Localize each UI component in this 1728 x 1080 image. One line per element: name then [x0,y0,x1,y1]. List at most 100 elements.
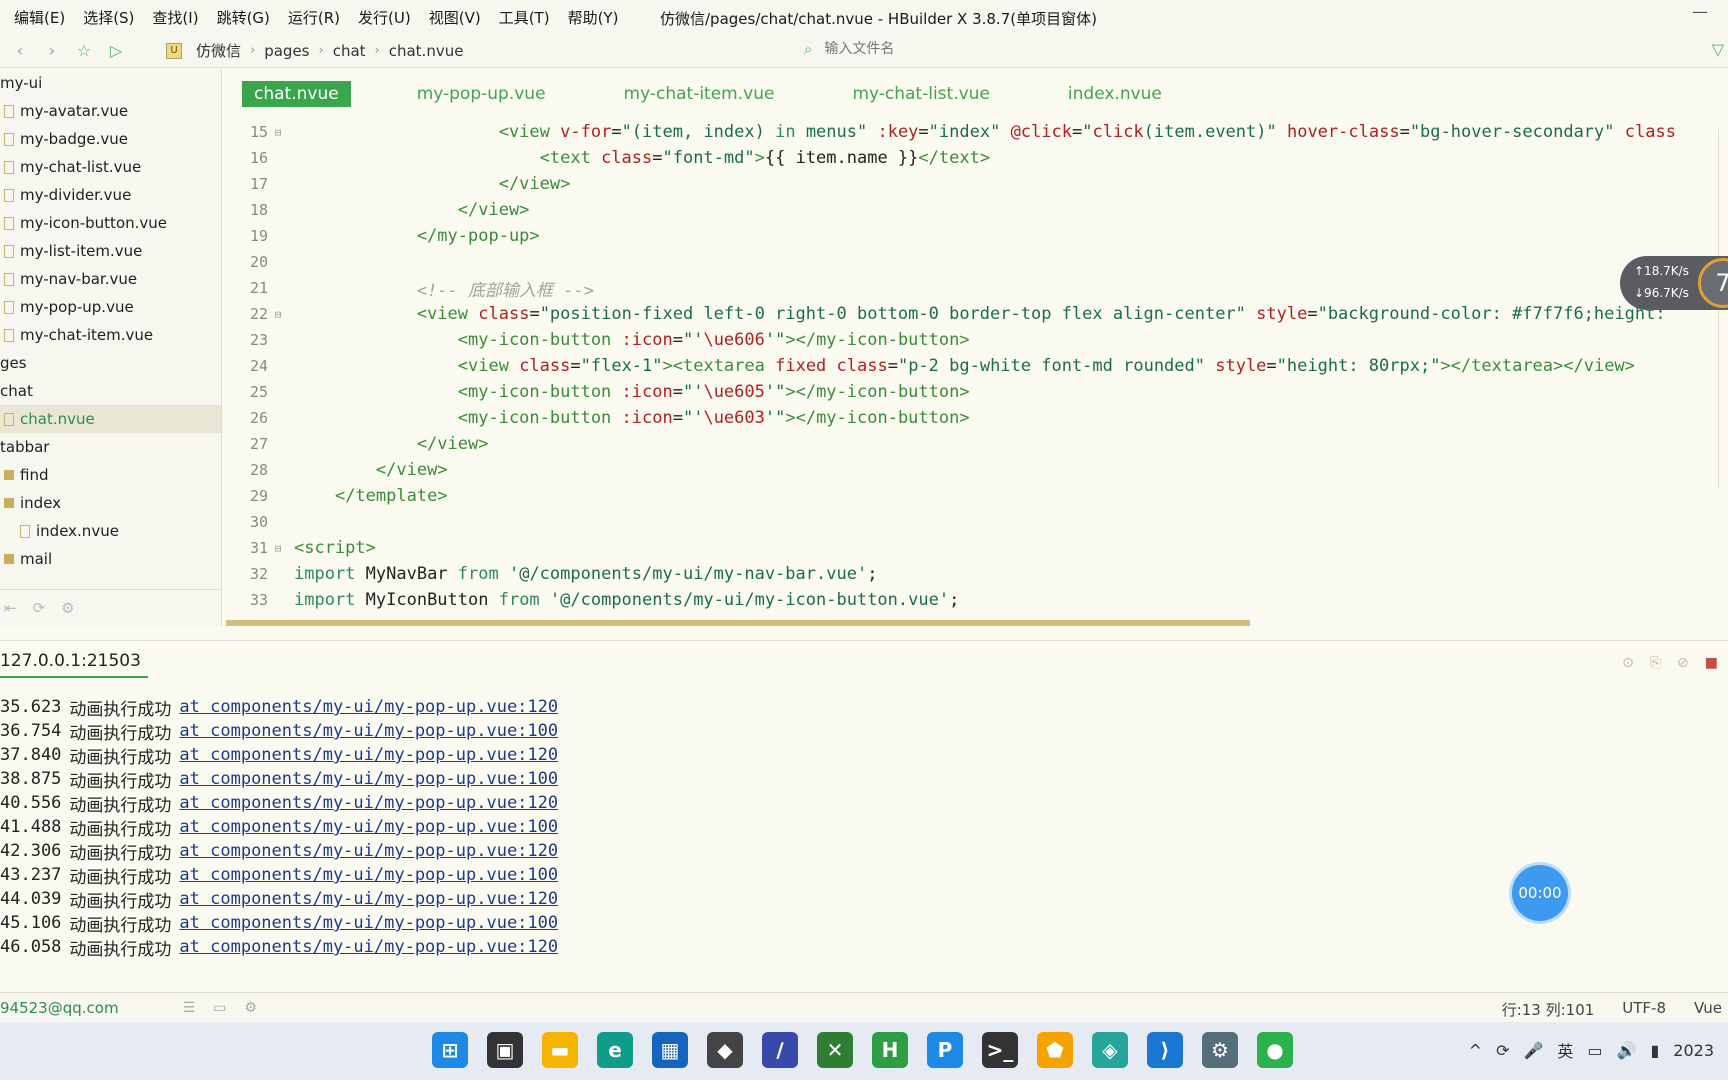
log-source-link[interactable]: at components/my-ui/my-pop-up.vue:120 [179,697,558,717]
tab-my-pop-up-vue[interactable]: my-pop-up.vue [405,81,558,107]
terminal-icon[interactable]: ▭ [213,1000,226,1016]
log-source-link[interactable]: at components/my-ui/my-pop-up.vue:120 [179,745,558,765]
tree-item[interactable]: tabbar [0,433,221,461]
file-search-input[interactable] [824,41,1125,57]
tree-item[interactable]: index [0,489,221,517]
fold-icon[interactable]: ⊟ [268,308,288,321]
forward-icon[interactable]: › [40,41,64,60]
wechat-icon[interactable]: ● [1257,1032,1293,1068]
log-source-link[interactable]: at components/my-ui/my-pop-up.vue:100 [179,769,558,789]
menu-item[interactable]: 查找(I) [152,7,198,28]
console-tab[interactable]: 127.0.0.1:21503 [0,651,148,678]
tree-item[interactable]: my-ui [0,69,221,97]
timer-badge[interactable]: 00:00 [1512,865,1568,921]
battery-icon[interactable]: ▮ [1650,1041,1659,1060]
back-icon[interactable]: ‹ [8,41,32,60]
tree-item[interactable]: my-avatar.vue [0,97,221,125]
run-icon[interactable]: ▷ [104,41,128,60]
windows-start-icon[interactable]: ⊞ [432,1032,468,1068]
tree-item[interactable]: ges [0,349,221,377]
fold-icon[interactable]: ⊟ [268,542,288,555]
vscode-icon[interactable]: ⟩ [1147,1032,1183,1068]
code-area[interactable]: 15 ⊟ <view v-for="(item, index) in menus"… [226,119,1728,613]
breadcrumb-item[interactable]: chat.nvue [389,42,464,60]
net-speed-widget[interactable]: ↑18.7K/s ↓96.7K/s 7 [1620,256,1728,310]
store-icon[interactable]: ▦ [652,1032,688,1068]
menu-item[interactable]: 选择(S) [83,7,134,28]
log-source-link[interactable]: at components/my-ui/my-pop-up.vue:120 [179,793,558,813]
log-source-link[interactable]: at components/my-ui/my-pop-up.vue:120 [179,841,558,861]
writer-icon[interactable]: ∕ [762,1032,798,1068]
debug-icon[interactable]: ⊙ [1622,655,1634,671]
clear-icon[interactable]: ⊘ [1677,655,1689,671]
copy-icon[interactable]: ⎘ [1650,655,1661,671]
tree-item[interactable]: mail [0,545,221,573]
edge-icon[interactable]: e [597,1032,633,1068]
log-source-link[interactable]: at components/my-ui/my-pop-up.vue:120 [179,889,558,909]
log-source-link[interactable]: at components/my-ui/my-pop-up.vue:100 [179,913,558,933]
log-source-link[interactable]: at components/my-ui/my-pop-up.vue:100 [179,721,558,741]
tree-item[interactable]: my-list-item.vue [0,237,221,265]
collapse-icon[interactable]: ⇤ [4,599,17,617]
tree-item[interactable]: my-nav-bar.vue [0,265,221,293]
terminal-icon[interactable]: >_ [982,1032,1018,1068]
app-prism-icon[interactable]: ◈ [1092,1032,1128,1068]
tree-item[interactable]: index.nvue [0,517,221,545]
ime-indicator[interactable]: 英 [1557,1038,1573,1062]
breadcrumb-item[interactable]: pages [264,42,309,60]
unity-icon[interactable]: ◆ [707,1032,743,1068]
tree-item[interactable]: my-pop-up.vue [0,293,221,321]
menu-item[interactable]: 跳转(G) [217,7,270,28]
fold-icon[interactable]: ⊟ [268,126,288,139]
app-gem-icon[interactable]: ⬟ [1037,1032,1073,1068]
breadcrumb-item[interactable]: 仿微信 [196,40,241,61]
tree-item[interactable]: my-divider.vue [0,181,221,209]
pycharm-icon[interactable]: P [927,1032,963,1068]
menu-item[interactable]: 发行(U) [358,7,411,28]
tree-item[interactable]: my-icon-button.vue [0,209,221,237]
volume-icon[interactable]: 🔊 [1617,1041,1637,1060]
list-icon[interactable]: ☰ [183,1000,196,1016]
stop-icon[interactable]: ■ [1705,655,1718,671]
clock[interactable]: 2023 [1673,1041,1714,1060]
sync-icon[interactable]: ⟳ [1496,1041,1509,1060]
show-hidden-icon[interactable]: ^ [1469,1041,1482,1060]
star-icon[interactable]: ☆ [72,41,96,60]
encoding[interactable]: UTF-8 [1622,999,1666,1020]
microphone-icon[interactable]: 🎤 [1523,1041,1543,1060]
xbox-icon[interactable]: ✕ [817,1032,853,1068]
log-source-link[interactable]: at components/my-ui/my-pop-up.vue:100 [179,865,558,885]
minimize-button[interactable]: — [1692,2,1708,21]
refresh-icon[interactable]: ⟳ [33,599,46,617]
settings-icon[interactable]: ⚙ [61,599,74,617]
cursor-position[interactable]: 行:13 列:101 [1502,999,1595,1020]
horizontal-scrollbar[interactable] [226,620,1250,626]
breadcrumb-item[interactable]: chat [333,42,366,60]
tree-item[interactable]: find [0,461,221,489]
tab-index-nvue[interactable]: index.nvue [1056,81,1174,107]
menu-item[interactable]: 帮助(Y) [568,7,619,28]
log-source-link[interactable]: at components/my-ui/my-pop-up.vue:100 [179,817,558,837]
menu-item[interactable]: 视图(V) [429,7,481,28]
menu-item[interactable]: 运行(R) [288,7,340,28]
tab-my-chat-item-vue[interactable]: my-chat-item.vue [612,81,787,107]
log-source-link[interactable]: at components/my-ui/my-pop-up.vue:120 [179,937,558,957]
tab-chat-nvue[interactable]: chat.nvue [242,81,351,107]
filter-icon[interactable]: ▽ [1712,40,1724,59]
hbuilder-icon[interactable]: H [872,1032,908,1068]
tree-item[interactable]: chat.nvue [0,405,221,433]
tree-item[interactable]: chat [0,377,221,405]
display-icon[interactable]: ▭ [1587,1041,1602,1060]
tree-item[interactable]: my-chat-list.vue [0,153,221,181]
tree-item[interactable]: my-chat-item.vue [0,321,221,349]
language-mode[interactable]: Vue [1694,999,1722,1020]
menu-item[interactable]: 编辑(E) [14,7,65,28]
plugin-icon[interactable]: ⚙ [244,1000,257,1016]
file-explorer-icon[interactable]: ▬ [542,1032,578,1068]
settings-icon[interactable]: ⚙ [1202,1032,1238,1068]
tree-item[interactable]: my-badge.vue [0,125,221,153]
menu-item[interactable]: 工具(T) [499,7,550,28]
status-user[interactable]: 94523@qq.com [0,999,119,1017]
task-view-icon[interactable]: ▣ [487,1032,523,1068]
tab-my-chat-list-vue[interactable]: my-chat-list.vue [840,81,1001,107]
